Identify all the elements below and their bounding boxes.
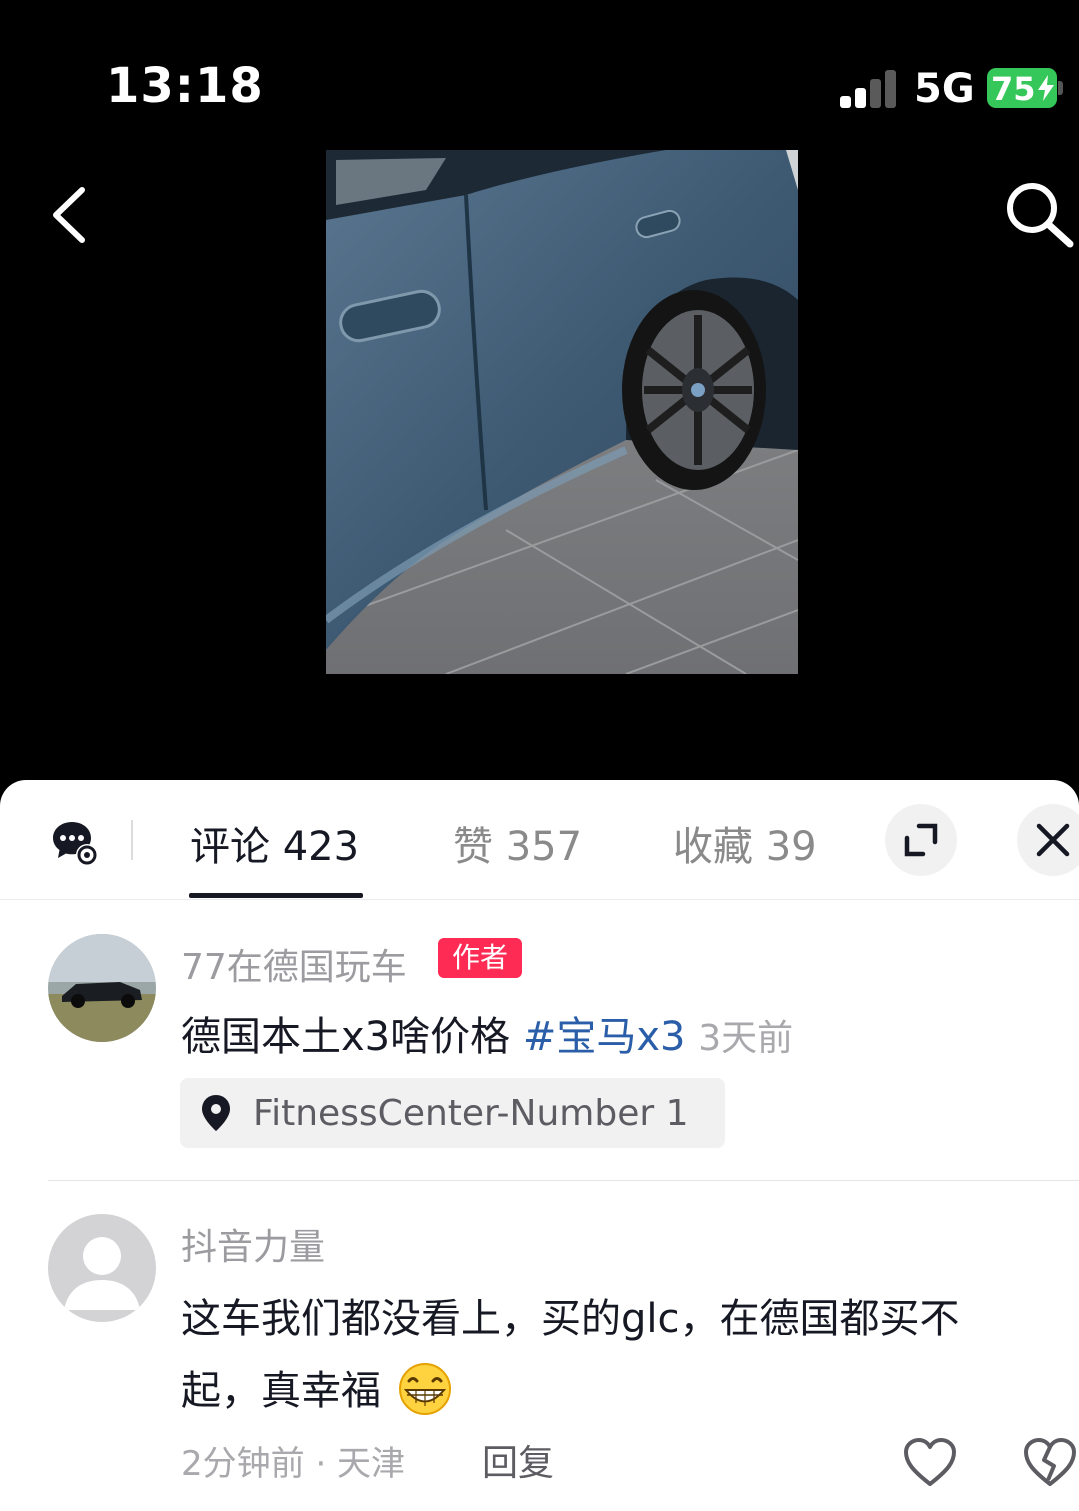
reply-button[interactable]: 回复	[482, 1434, 554, 1486]
comments-sheet: 评论 423 赞 357 收藏 39 77在德国玩车 作者 德国本土x3啥价格 …	[0, 780, 1079, 1511]
close-icon	[1036, 823, 1070, 857]
battery-level: 75	[991, 70, 1036, 108]
expand-icon	[904, 823, 938, 857]
location-chip[interactable]: FitnessCenter-Number 1	[180, 1078, 725, 1148]
comment-separator	[48, 1180, 1079, 1181]
post-photo[interactable]	[326, 150, 798, 674]
tab-comments[interactable]: 评论 423	[190, 814, 359, 872]
comment-username[interactable]: 抖音力量	[181, 1218, 325, 1270]
comments-tab-bar: 评论 423 赞 357 收藏 39	[0, 780, 1079, 900]
avatar[interactable]	[48, 1214, 156, 1322]
tab-favorites[interactable]: 收藏 39	[673, 814, 817, 872]
comment-time: 3天前	[698, 1018, 794, 1059]
comment-body: 德国本土x3啥价格	[181, 1014, 511, 1060]
battery-icon: 75	[987, 68, 1063, 108]
comment-text: 德国本土x3啥价格 #宝马x3 3天前	[181, 1004, 793, 1062]
tab-underline	[189, 893, 363, 898]
search-button[interactable]	[1000, 176, 1076, 252]
chevron-left-icon	[53, 187, 85, 243]
chat-settings-icon[interactable]	[50, 818, 100, 868]
close-button[interactable]	[1017, 804, 1079, 876]
expand-button[interactable]	[885, 804, 957, 876]
grinning-emoji-icon	[398, 1363, 451, 1415]
comment-text-line1: 这车我们都没看上，买的glc，在德国都买不	[181, 1296, 960, 1342]
location-text: FitnessCenter-Number 1	[253, 1093, 689, 1134]
location-pin-icon	[202, 1095, 230, 1131]
comment-username[interactable]: 77在德国玩车	[181, 938, 407, 990]
comment-text-line2: 起，真幸福	[181, 1358, 456, 1416]
comment-text-line2-body: 起，真幸福	[181, 1368, 381, 1414]
author-badge: 作者	[438, 938, 522, 978]
avatar[interactable]	[48, 934, 156, 1042]
comment-meta: 2分钟前 · 天津	[181, 1444, 406, 1484]
back-button[interactable]	[46, 180, 96, 250]
status-time: 13:18	[106, 58, 264, 114]
tab-divider	[131, 820, 133, 860]
hashtag-link[interactable]: #宝马x3	[523, 1014, 686, 1060]
network-label: 5G	[914, 66, 975, 112]
tab-likes[interactable]: 赞 357	[453, 814, 582, 872]
dislike-icon[interactable]	[1022, 1436, 1078, 1488]
signal-icon	[840, 70, 898, 108]
search-icon	[1007, 183, 1074, 248]
like-icon[interactable]	[902, 1436, 958, 1488]
